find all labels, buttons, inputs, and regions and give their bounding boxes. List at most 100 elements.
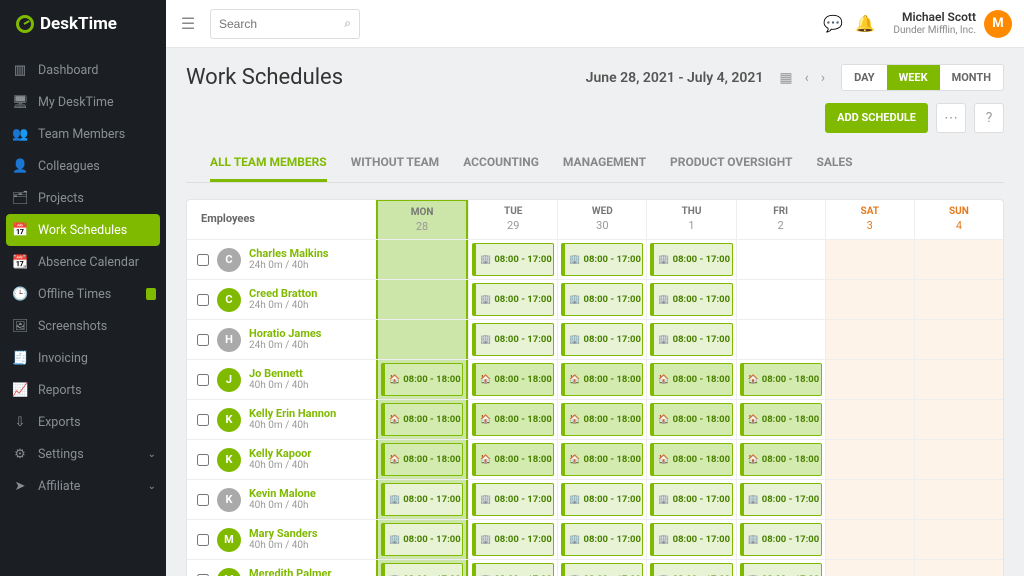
nav-settings[interactable]: ⚙Settings⌄ [0,438,166,470]
shift-home[interactable]: 🏠08:00 - 18:00 [472,403,554,436]
day-cell[interactable] [376,240,468,279]
shift-home[interactable]: 🏠08:00 - 18:00 [740,403,822,436]
shift-office[interactable]: 🏢08:00 - 17:00 [381,523,463,556]
shift-home[interactable]: 🏠08:00 - 18:00 [381,443,463,476]
row-checkbox[interactable] [197,254,209,266]
shift-office[interactable]: 🏢08:00 - 17:00 [561,283,643,316]
day-cell[interactable]: 🏢08:00 - 17:00 [468,520,557,559]
shift-office[interactable]: 🏢08:00 - 17:00 [472,563,554,576]
shift-home[interactable]: 🏠08:00 - 18:00 [740,363,822,396]
row-checkbox[interactable] [197,454,209,466]
search-box[interactable]: ⌕ [210,9,360,39]
nav-my-desktime[interactable]: 🖥My DeskTime [0,86,166,118]
day-cell[interactable]: 🏢08:00 - 17:00 [646,240,735,279]
day-cell[interactable] [736,240,825,279]
shift-home[interactable]: 🏠08:00 - 18:00 [650,443,732,476]
day-cell[interactable]: 🏢08:00 - 17:00 [468,280,557,319]
day-cell[interactable] [825,320,914,359]
nav-screenshots[interactable]: 🖼Screenshots [0,310,166,342]
day-cell[interactable]: 🏠08:00 - 18:00 [646,360,735,399]
tab-management[interactable]: MANAGEMENT [563,145,646,182]
day-cell[interactable]: 🏠08:00 - 18:00 [468,400,557,439]
user-avatar[interactable]: M [984,10,1012,38]
day-cell[interactable]: 🏠08:00 - 18:00 [557,360,646,399]
row-checkbox[interactable] [197,494,209,506]
day-cell[interactable]: 🏢08:00 - 17:00 [557,520,646,559]
shift-office[interactable]: 🏢08:00 - 17:00 [650,323,732,356]
employee-name[interactable]: Kevin Malone [249,487,316,500]
shift-office[interactable]: 🏢08:00 - 17:00 [561,323,643,356]
next-arrow-icon[interactable]: › [815,66,831,90]
day-cell[interactable] [736,280,825,319]
day-cell[interactable]: 🏠08:00 - 18:00 [736,440,825,479]
employee-name[interactable]: Meredith Palmer [249,567,331,576]
day-cell[interactable]: 🏠08:00 - 18:00 [468,440,557,479]
day-cell[interactable] [914,480,1003,519]
shift-office[interactable]: 🏢08:00 - 17:00 [650,483,732,516]
day-cell[interactable] [825,440,914,479]
day-cell[interactable] [825,480,914,519]
employee-name[interactable]: Creed Bratton [249,287,317,300]
row-checkbox[interactable] [197,414,209,426]
nav-absence-calendar[interactable]: 📆Absence Calendar [0,246,166,278]
more-button[interactable]: ⋯ [936,103,966,133]
day-cell[interactable]: 🏢08:00 - 17:00 [557,320,646,359]
nav-work-schedules[interactable]: 📅Work Schedules [6,214,160,246]
nav-offline-times[interactable]: 🕒Offline Times [0,278,166,310]
search-input[interactable] [219,17,351,31]
shift-office[interactable]: 🏢08:00 - 17:00 [561,563,643,576]
nav-invoicing[interactable]: 🧾Invoicing [0,342,166,374]
employee-name[interactable]: Mary Sanders [249,527,318,540]
day-cell[interactable]: 🏠08:00 - 18:00 [468,360,557,399]
shift-office[interactable]: 🏢08:00 - 17:00 [472,483,554,516]
view-day[interactable]: DAY [842,65,887,90]
day-cell[interactable]: 🏢08:00 - 17:00 [646,320,735,359]
shift-office[interactable]: 🏢08:00 - 17:00 [472,243,554,276]
day-cell[interactable]: 🏠08:00 - 18:00 [376,400,468,439]
day-cell[interactable]: 🏠08:00 - 18:00 [646,400,735,439]
shift-office[interactable]: 🏢08:00 - 17:00 [740,563,822,576]
day-cell[interactable]: 🏢08:00 - 17:00 [557,240,646,279]
shift-office[interactable]: 🏢08:00 - 17:00 [740,483,822,516]
shift-office[interactable]: 🏢08:00 - 17:00 [650,523,732,556]
day-cell[interactable] [914,240,1003,279]
day-cell[interactable] [376,280,468,319]
day-cell[interactable] [914,440,1003,479]
employee-name[interactable]: Charles Malkins [249,247,329,260]
tab-sales[interactable]: SALES [816,145,852,182]
view-week[interactable]: WEEK [887,65,940,90]
shift-home[interactable]: 🏠08:00 - 18:00 [650,363,732,396]
shift-office[interactable]: 🏢08:00 - 17:00 [561,483,643,516]
nav-team-members[interactable]: 👥Team Members [0,118,166,150]
nav-projects[interactable]: 🗂Projects [0,182,166,214]
day-cell[interactable]: 🏢08:00 - 17:00 [557,560,646,576]
row-checkbox[interactable] [197,534,209,546]
tab-product-oversight[interactable]: PRODUCT OVERSIGHT [670,145,792,182]
day-cell[interactable] [914,280,1003,319]
brand-logo[interactable]: DeskTime [0,0,166,48]
day-cell[interactable]: 🏢08:00 - 17:00 [557,280,646,319]
tab-without-team[interactable]: WITHOUT TEAM [351,145,439,182]
employee-name[interactable]: Kelly Kapoor [249,447,311,460]
day-cell[interactable]: 🏠08:00 - 18:00 [736,400,825,439]
shift-office[interactable]: 🏢08:00 - 17:00 [650,563,732,576]
day-cell[interactable]: 🏢08:00 - 17:00 [646,480,735,519]
day-cell[interactable]: 🏢08:00 - 17:00 [376,480,468,519]
shift-office[interactable]: 🏢08:00 - 17:00 [561,243,643,276]
shift-home[interactable]: 🏠08:00 - 18:00 [561,403,643,436]
day-cell[interactable] [914,400,1003,439]
day-cell[interactable]: 🏢08:00 - 17:00 [376,560,468,576]
prev-arrow-icon[interactable]: ‹ [799,66,815,90]
day-cell[interactable]: 🏠08:00 - 18:00 [736,360,825,399]
tab-accounting[interactable]: ACCOUNTING [463,145,539,182]
add-schedule-button[interactable]: ADD SCHEDULE [825,103,928,133]
shift-home[interactable]: 🏠08:00 - 18:00 [472,363,554,396]
day-cell[interactable]: 🏠08:00 - 18:00 [557,440,646,479]
day-cell[interactable] [825,280,914,319]
nav-colleagues[interactable]: 👤Colleagues [0,150,166,182]
shift-home[interactable]: 🏠08:00 - 18:00 [472,443,554,476]
nav-dashboard[interactable]: ▥Dashboard [0,54,166,86]
day-cell[interactable]: 🏠08:00 - 18:00 [557,400,646,439]
day-cell[interactable]: 🏢08:00 - 17:00 [646,280,735,319]
shift-home[interactable]: 🏠08:00 - 18:00 [381,363,463,396]
